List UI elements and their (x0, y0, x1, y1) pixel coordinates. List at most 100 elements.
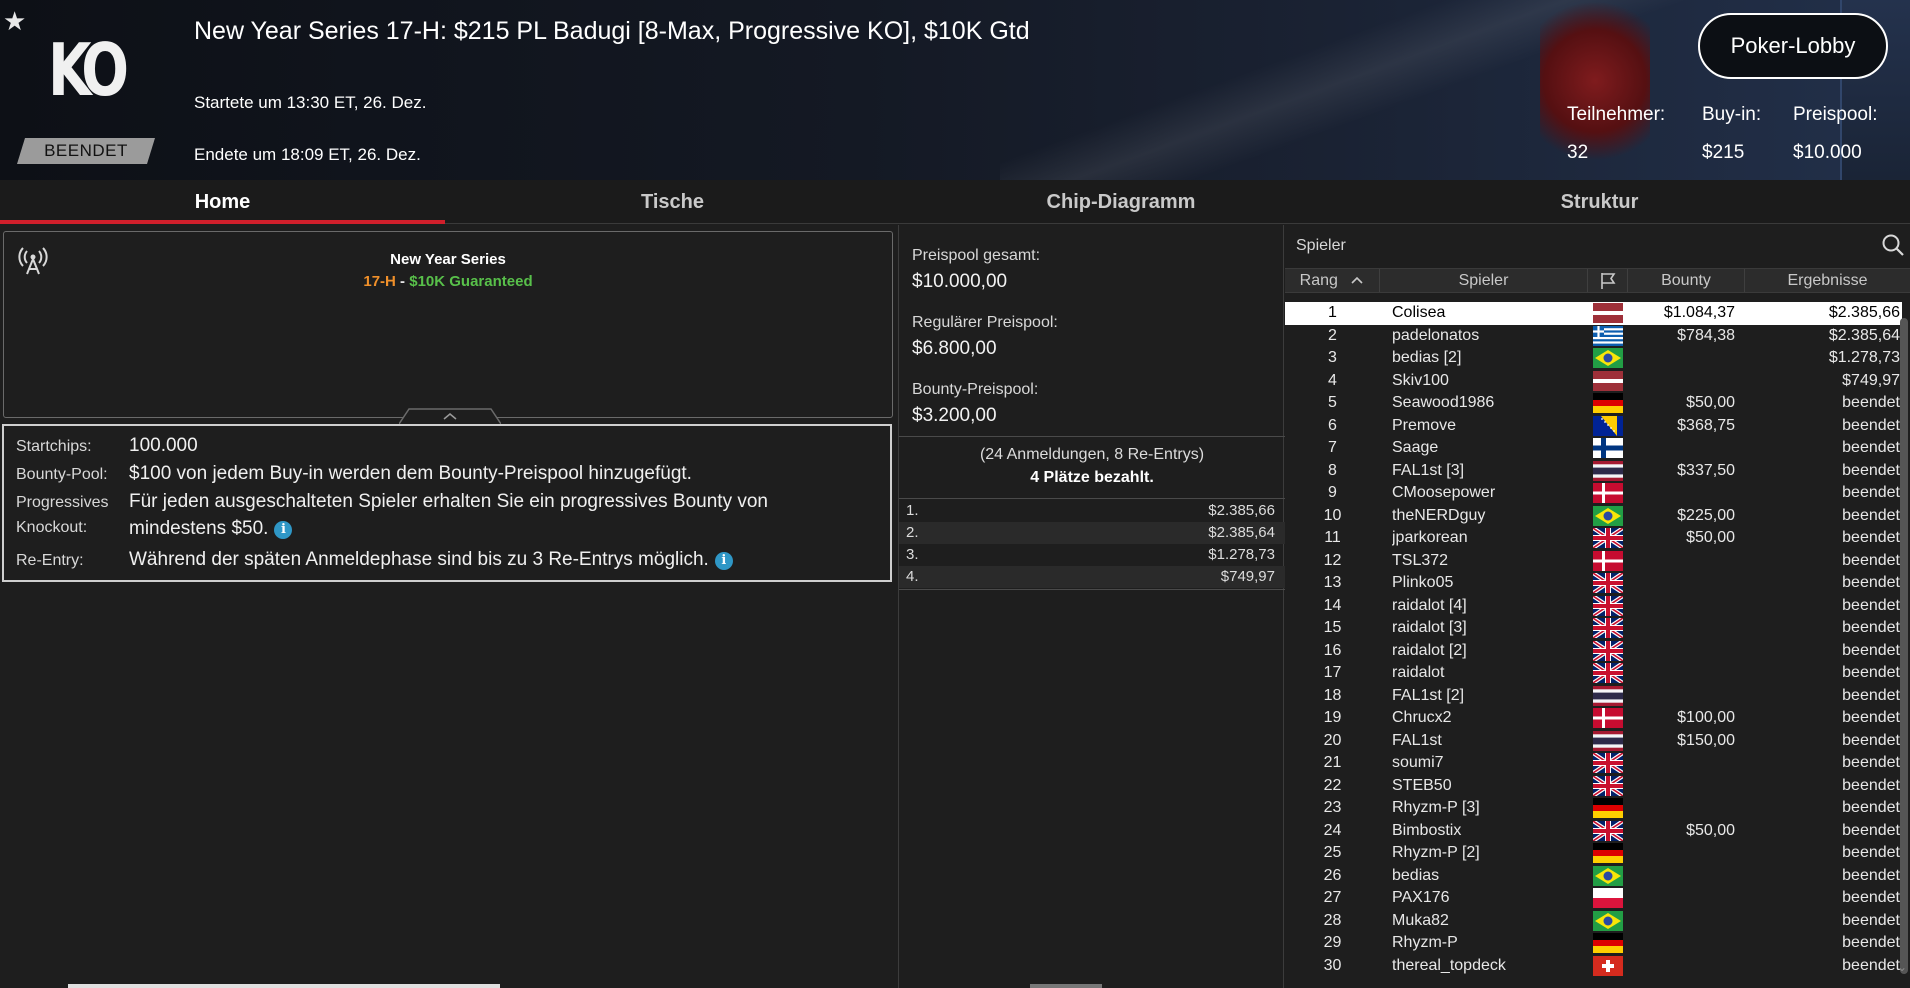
player-rank: 1 (1328, 304, 1337, 321)
player-row[interactable]: 15 raidalot [3] beendet (1285, 617, 1902, 640)
player-name: FAL1st (1392, 731, 1442, 749)
poland-flag-icon (1593, 888, 1623, 908)
player-row[interactable]: 30 thereal_topdeck beendet (1285, 955, 1902, 978)
divider (899, 589, 1285, 590)
player-row[interactable]: 24 Bimbostix $50,00 beendet (1285, 820, 1902, 843)
player-row[interactable]: 20 FAL1st $150,00 beendet (1285, 730, 1902, 753)
player-name: raidalot [2] (1392, 641, 1467, 659)
uk-flag-icon (1593, 528, 1623, 548)
player-result: beendet (1842, 619, 1900, 636)
tab-home[interactable]: Home (0, 180, 445, 224)
player-row[interactable]: 19 Chrucx2 $100,00 beendet (1285, 707, 1902, 730)
reentry-value: Während der späten Anmeldephase sind bis… (129, 549, 733, 571)
pko-info-icon[interactable]: i (274, 521, 293, 539)
player-row[interactable]: 27 PAX176 beendet (1285, 887, 1902, 910)
payout-place: 2. (906, 524, 919, 541)
player-name: Seawood1986 (1392, 394, 1495, 411)
reentry-info-icon[interactable]: i (714, 552, 733, 570)
player-result: beendet (1842, 866, 1900, 884)
uk-flag-icon (1593, 753, 1623, 773)
bounty-prizepool-value: $3.200,00 (912, 405, 997, 426)
player-row[interactable]: 11 jparkorean $50,00 beendet (1285, 527, 1902, 550)
player-row[interactable]: 16 raidalot [2] beendet (1285, 640, 1902, 663)
payout-amount: $2.385,64 (1208, 524, 1275, 541)
players-title: Spieler (1296, 237, 1346, 254)
ko-logo: KO (48, 32, 129, 108)
column-country[interactable] (1588, 269, 1628, 292)
player-row[interactable]: 14 raidalot [4] beendet (1285, 595, 1902, 618)
player-row[interactable]: 5 Seawood1986 $50,00 beendet (1285, 392, 1902, 415)
player-rank: 3 (1328, 349, 1337, 366)
startchips-value: 100.000 (129, 435, 198, 456)
player-row[interactable]: 10 theNERDguy $225,00 beendet (1285, 505, 1902, 528)
participants-value: 32 (1567, 142, 1589, 163)
favorite-star-icon[interactable]: ★ (3, 6, 26, 37)
player-row[interactable]: 2 padelonatos $784,38 $2.385,64 (1285, 325, 1902, 348)
players-table-header: Rang Spieler Bounty Ergebnisse (1285, 268, 1910, 293)
tournament-title: New Year Series 17-H: $215 PL Badugi [8-… (194, 17, 1030, 45)
player-name: jparkorean (1392, 529, 1468, 546)
column-result[interactable]: Ergebnisse (1745, 269, 1910, 292)
tab-structure[interactable]: Struktur (1342, 180, 1857, 224)
scroll-down-icon[interactable]: ⌄ (1897, 960, 1907, 974)
player-row[interactable]: 13 Plinko05 beendet (1285, 572, 1902, 595)
thailand-flag-icon (1593, 460, 1623, 481)
collapse-chevron-icon[interactable] (399, 408, 501, 424)
tab-chip-chart[interactable]: Chip-Diagramm (900, 180, 1342, 224)
horizontal-scrollbar[interactable] (68, 984, 500, 988)
player-row[interactable]: 18 FAL1st [2] beendet (1285, 685, 1902, 708)
player-name: PAX176 (1392, 889, 1450, 906)
boxing-glove-image (1540, 0, 1650, 180)
player-row[interactable]: 22 STEB50 beendet (1285, 775, 1902, 798)
payout-row: 2. $2.385,64 (899, 522, 1285, 544)
pko-label-line1: Progressives (16, 494, 109, 511)
player-row[interactable]: 9 CMoosepower beendet (1285, 482, 1902, 505)
player-row[interactable]: 6 Premove $368,75 beendet (1285, 415, 1902, 438)
player-name: Colisea (1392, 304, 1446, 321)
player-row[interactable]: 12 TSL372 beendet (1285, 550, 1902, 573)
player-rank: 13 (1323, 574, 1342, 591)
player-result: beendet (1842, 731, 1900, 749)
player-row[interactable]: 29 Rhyzm-P beendet (1285, 932, 1902, 955)
player-row[interactable]: 25 Rhyzm-P [2] beendet (1285, 842, 1902, 865)
switzerland-flag-icon (1593, 955, 1623, 976)
bosnia-flag-icon (1593, 415, 1623, 436)
uk-flag-icon (1593, 595, 1623, 616)
poker-lobby-button[interactable]: Poker-Lobby (1698, 13, 1888, 79)
players-table-body: 1 Colisea $1.084,37 $2.385,66 2 padelonatos $7… (1285, 302, 1910, 988)
player-rank: 15 (1323, 619, 1342, 636)
player-result: beendet (1842, 754, 1900, 771)
column-bounty[interactable]: Bounty (1628, 269, 1745, 292)
player-result: beendet (1842, 574, 1900, 591)
player-row[interactable]: 21 soumi7 beendet (1285, 752, 1902, 775)
prizepool-label: Preispool: (1793, 104, 1878, 125)
player-name: padelonatos (1392, 326, 1480, 344)
horizontal-scrollbar-thumb[interactable] (1030, 984, 1102, 988)
column-rank[interactable]: Rang (1285, 269, 1380, 292)
player-row[interactable]: 3 bedias [2] $1.278,73 (1285, 347, 1902, 370)
payout-place: 4. (906, 568, 919, 585)
column-player[interactable]: Spieler (1380, 269, 1588, 292)
payout-amount: $2.385,66 (1208, 502, 1275, 519)
player-row[interactable]: 4 Skiv100 $749,97 (1285, 370, 1902, 393)
player-row[interactable]: 17 raidalot beendet (1285, 662, 1902, 685)
germany-flag-icon (1593, 798, 1623, 818)
player-result: beendet (1842, 844, 1900, 861)
player-rank: 7 (1328, 439, 1337, 456)
player-row[interactable]: 26 bedias beendet (1285, 865, 1902, 888)
player-row[interactable]: 8 FAL1st [3] $337,50 beendet (1285, 460, 1902, 483)
player-rank: 11 (1324, 529, 1341, 546)
player-row[interactable]: 28 Muka82 beendet (1285, 910, 1902, 933)
search-icon[interactable] (1881, 233, 1905, 257)
player-result: beendet (1842, 506, 1900, 524)
players-scrollbar[interactable] (1900, 318, 1908, 974)
player-row[interactable]: 7 Saage beendet (1285, 437, 1902, 460)
player-name: STEB50 (1392, 776, 1452, 794)
player-row[interactable]: 1 Colisea $1.084,37 $2.385,66 (1285, 302, 1902, 325)
denmark-flag-icon (1593, 708, 1623, 728)
player-row[interactable]: 23 Rhyzm-P [3] beendet (1285, 797, 1902, 820)
player-rank: 2 (1328, 326, 1337, 344)
event-code: 17-H (363, 273, 396, 290)
player-rank: 18 (1323, 686, 1342, 704)
tab-tables[interactable]: Tische (445, 180, 900, 224)
